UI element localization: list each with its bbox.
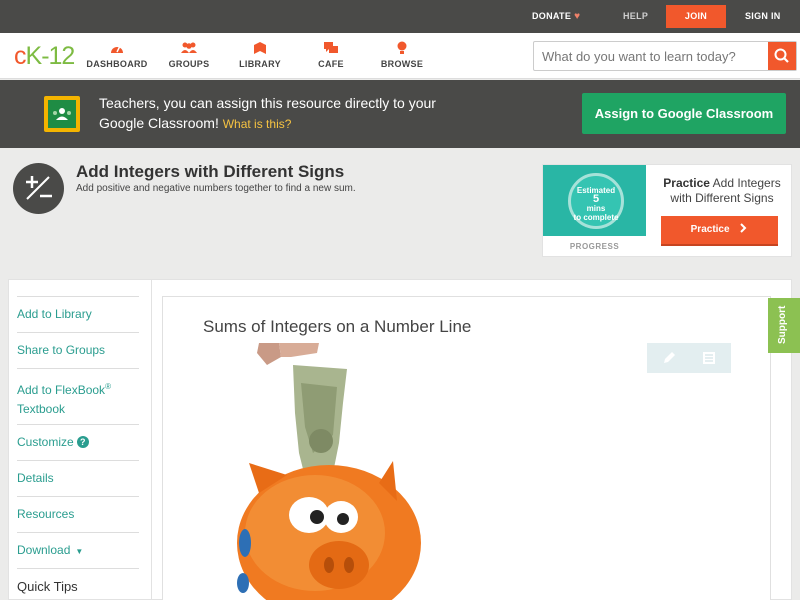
plus-minus-icon bbox=[13, 163, 64, 214]
progress-label: PROGRESS bbox=[569, 242, 620, 251]
chevron-right-icon bbox=[740, 223, 747, 233]
google-classroom-banner: Teachers, you can assign this resource d… bbox=[0, 80, 800, 148]
article-title: Sums of Integers on a Number Line bbox=[203, 317, 472, 336]
sidebar-download[interactable]: Download ▼ bbox=[17, 532, 139, 568]
nav-browse-label: BROWSE bbox=[380, 59, 424, 69]
dashboard-icon bbox=[111, 45, 123, 53]
practice-title: Practice Add Integers with Different Sig… bbox=[653, 176, 791, 206]
practice-card: Estimated 5 mins to complete PROGRESS Pr… bbox=[542, 164, 792, 257]
nav-library-label: LIBRARY bbox=[239, 59, 281, 69]
mins-label: mins bbox=[586, 204, 606, 213]
sidebar-add-to-flexbook[interactable]: Add to FlexBook® Textbook bbox=[17, 368, 139, 424]
support-tab[interactable]: Support bbox=[768, 298, 800, 353]
notes-icon[interactable] bbox=[701, 350, 717, 366]
sidebar: Add to Library Share to Groups Add to Fl… bbox=[9, 280, 152, 600]
what-is-this-link[interactable]: What is this? bbox=[223, 117, 292, 131]
caret-down-icon: ▼ bbox=[75, 547, 84, 556]
nav-groups-label: GROUPS bbox=[168, 59, 210, 69]
sidebar-quick-tips[interactable]: Quick Tips bbox=[17, 568, 139, 600]
page-title: Add Integers with Different Signs bbox=[76, 162, 345, 181]
donate-link[interactable]: DONATE ♥ bbox=[532, 0, 580, 33]
registered-mark: ® bbox=[105, 382, 111, 391]
nav-cafe[interactable]: CAFE bbox=[296, 41, 366, 69]
logo-k: K bbox=[25, 42, 43, 70]
to-complete-label: to complete bbox=[573, 213, 619, 222]
nav-browse[interactable]: BROWSE bbox=[367, 41, 437, 69]
join-button[interactable]: JOIN bbox=[666, 5, 726, 28]
cafe-icon bbox=[324, 42, 338, 53]
content-panel: Add to Library Share to Groups Add to Fl… bbox=[8, 279, 792, 600]
sidebar-customize[interactable]: Customize? bbox=[17, 424, 139, 460]
customize-label: Customize bbox=[17, 435, 74, 449]
sidebar-share-to-groups[interactable]: Share to Groups bbox=[17, 332, 139, 368]
search-button[interactable] bbox=[768, 42, 796, 70]
piggy-bank-image bbox=[237, 343, 421, 600]
search-input[interactable] bbox=[534, 42, 770, 70]
sidebar-details[interactable]: Details bbox=[17, 460, 139, 496]
support-label: Support bbox=[777, 305, 788, 344]
practice-button-label: Practice bbox=[690, 224, 730, 235]
google-classroom-icon bbox=[44, 96, 80, 132]
practice-title-bold: Practice bbox=[663, 176, 710, 190]
add-flexbook-label: Add to FlexBook bbox=[17, 383, 106, 397]
library-icon bbox=[254, 42, 266, 54]
donate-label: DONATE bbox=[532, 11, 572, 21]
heart-icon: ♥ bbox=[574, 11, 581, 22]
browse-icon bbox=[397, 41, 407, 54]
nav-dashboard-label: DASHBOARD bbox=[86, 59, 148, 69]
page-subtitle: Add positive and negative numbers togeth… bbox=[76, 183, 356, 194]
download-label: Download bbox=[17, 543, 71, 557]
logo-c: c bbox=[14, 42, 26, 70]
logo-num: 12 bbox=[48, 42, 76, 70]
search-box bbox=[533, 41, 797, 71]
main-nav: cK-12 DASHBOARD GROUPS LIBRARY CAFE BROW… bbox=[0, 33, 800, 79]
ck12-logo[interactable]: cK-12 bbox=[14, 42, 76, 71]
sidebar-add-to-library[interactable]: Add to Library bbox=[17, 296, 139, 332]
article-tools bbox=[647, 343, 731, 373]
progress-graphic: Estimated 5 mins to complete bbox=[543, 165, 646, 236]
top-utility-bar: DONATE ♥ HELP JOIN SIGN IN bbox=[0, 0, 800, 33]
search-icon bbox=[774, 48, 789, 63]
help-icon[interactable]: ? bbox=[76, 436, 89, 448]
practice-button[interactable]: Practice bbox=[661, 216, 778, 246]
nav-library[interactable]: LIBRARY bbox=[225, 41, 295, 69]
textbook-label: Textbook bbox=[17, 402, 66, 416]
nav-groups[interactable]: GROUPS bbox=[154, 41, 224, 69]
help-link[interactable]: HELP bbox=[623, 0, 648, 33]
logo-dash: - bbox=[41, 42, 49, 70]
classroom-message: Teachers, you can assign this resource d… bbox=[99, 93, 449, 134]
estimate-badge: Estimated 5 mins to complete bbox=[568, 173, 624, 229]
groups-icon bbox=[181, 42, 197, 53]
assign-google-classroom-button[interactable]: Assign to Google Classroom bbox=[582, 93, 786, 134]
sidebar-resources[interactable]: Resources bbox=[17, 496, 139, 532]
pencil-icon[interactable] bbox=[661, 350, 677, 366]
estimated-minutes: 5 bbox=[592, 193, 600, 205]
nav-dashboard[interactable]: DASHBOARD bbox=[82, 41, 152, 69]
nav-cafe-label: CAFE bbox=[318, 59, 344, 69]
article-panel: Sums of Integers on a Number Line bbox=[162, 296, 771, 600]
sign-in-link[interactable]: SIGN IN bbox=[745, 0, 781, 33]
